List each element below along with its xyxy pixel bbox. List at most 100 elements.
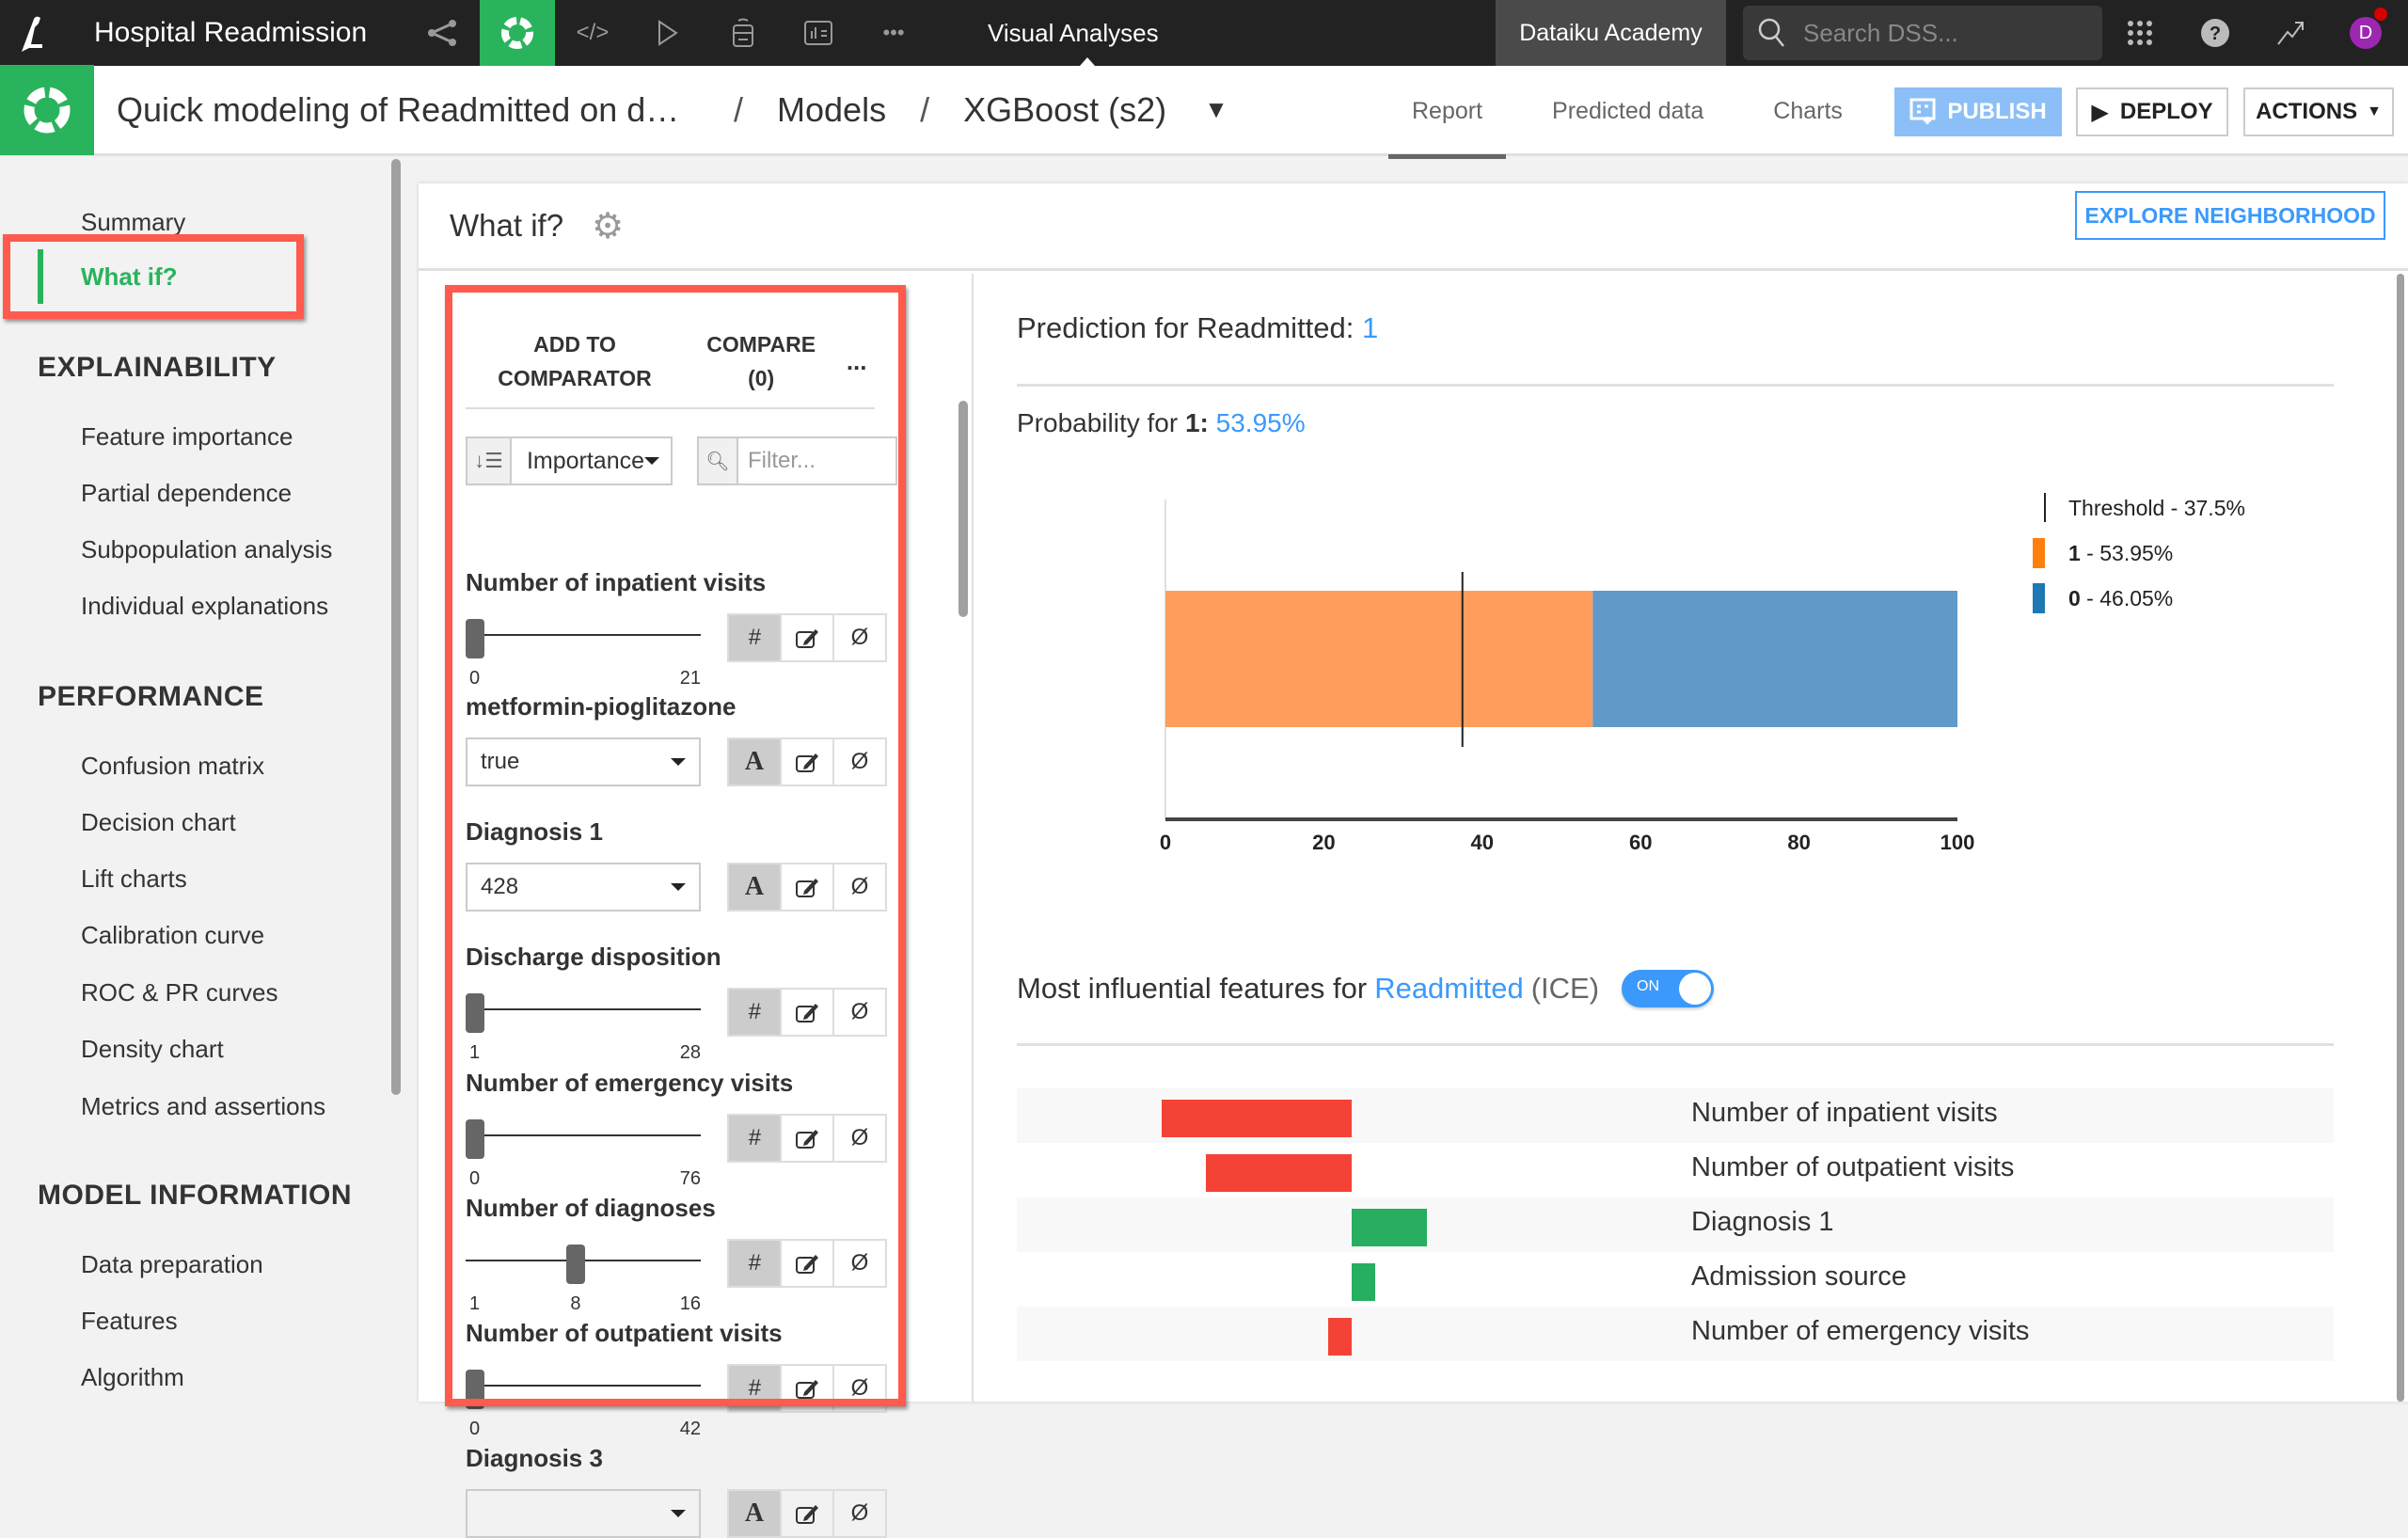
deploy-button[interactable]: ▶ DEPLOY (2076, 87, 2228, 136)
search-input[interactable] (1803, 18, 2067, 48)
add-to-comparator-button[interactable]: ADD TO COMPARATOR (466, 327, 684, 395)
breadcrumb-model[interactable]: XGBoost (s2) (963, 90, 1166, 130)
edit-icon[interactable] (780, 1491, 832, 1536)
numeric-type-icon[interactable]: # (729, 615, 780, 660)
sidebar-item-features[interactable]: Features (81, 1307, 178, 1336)
gear-icon[interactable]: ⚙ (592, 205, 624, 247)
slider-handle[interactable] (566, 1245, 586, 1284)
more-options-button[interactable]: ... (838, 344, 875, 378)
sidebar-item-partial-dependence[interactable]: Partial dependence (81, 479, 292, 508)
actions-button[interactable]: ACTIONS ▼ (2243, 87, 2394, 136)
sidebar-item-summary[interactable]: Summary (81, 208, 185, 237)
feature-select[interactable]: 428 (466, 863, 701, 912)
sidebar-item-confusion-matrix[interactable]: Confusion matrix (81, 752, 264, 781)
dashboard-icon[interactable] (781, 0, 856, 66)
edit-icon[interactable] (780, 1366, 832, 1411)
edit-icon[interactable] (780, 1241, 832, 1286)
feature-select[interactable] (466, 1489, 701, 1538)
filter-input[interactable] (738, 438, 895, 484)
null-value-icon[interactable]: Ø (832, 1366, 885, 1411)
filter-field[interactable]: 🔍︎ (697, 436, 897, 485)
slider-track[interactable] (466, 1008, 701, 1010)
breadcrumb-analysis[interactable]: Quick modeling of Readmitted on d… (117, 90, 700, 130)
categorical-type-icon[interactable]: A (729, 864, 780, 910)
activity-trend-icon[interactable] (2253, 0, 2328, 66)
sidebar-item-decision-chart[interactable]: Decision chart (81, 808, 236, 837)
compare-button[interactable]: COMPARE (0) (684, 327, 838, 395)
sidebar-item-individual-explanations[interactable]: Individual explanations (81, 592, 328, 621)
feature-slider[interactable]: 1 28 (466, 990, 701, 1063)
sort-select[interactable]: ↓☰ Importance (466, 436, 673, 485)
sidebar-item-feature-importance[interactable]: Feature importance (81, 422, 293, 452)
sidebar-item-roc-pr-curves[interactable]: ROC & PR curves (81, 978, 278, 1007)
numeric-type-icon[interactable]: # (729, 1241, 780, 1286)
categorical-type-icon[interactable]: A (729, 739, 780, 785)
more-icon[interactable]: ••• (856, 0, 931, 66)
slider-handle[interactable] (466, 1370, 484, 1409)
ice-target[interactable]: Readmitted (1374, 972, 1524, 1006)
ice-toggle[interactable]: ON (1622, 970, 1715, 1007)
search-bar[interactable] (1743, 6, 2102, 60)
slider-handle[interactable] (466, 993, 484, 1033)
sidebar-item-data-preparation[interactable]: Data preparation (81, 1250, 263, 1279)
numeric-type-icon[interactable]: # (729, 1116, 780, 1161)
tab-report[interactable]: Report (1388, 66, 1507, 159)
sidebar-item-density-chart[interactable]: Density chart (81, 1035, 224, 1064)
user-menu[interactable]: D (2328, 0, 2403, 66)
tab-charts[interactable]: Charts (1750, 66, 1866, 156)
slider-track[interactable] (466, 634, 701, 636)
numeric-type-icon[interactable]: # (729, 990, 780, 1035)
breadcrumb-models[interactable]: Models (777, 90, 886, 130)
ml-icon[interactable] (480, 0, 555, 66)
null-value-icon[interactable]: Ø (832, 990, 885, 1035)
sidebar-item-metrics-assertions[interactable]: Metrics and assertions (81, 1092, 325, 1121)
apps-grid-icon[interactable] (2102, 0, 2178, 66)
edit-icon[interactable] (780, 864, 832, 910)
numeric-type-icon[interactable]: # (729, 1366, 780, 1411)
legend-percent: - 46.05% (2081, 586, 2173, 610)
run-icon[interactable] (630, 0, 705, 66)
flow-icon[interactable] (404, 0, 480, 66)
instance-name[interactable]: Dataiku Academy (1496, 0, 1726, 66)
feature-slider[interactable]: 0 76 (466, 1116, 701, 1189)
sidebar-scrollbar[interactable] (391, 159, 401, 1095)
sidebar-item-algorithm[interactable]: Algorithm (81, 1363, 184, 1392)
datasets-icon[interactable] (705, 0, 781, 66)
project-name[interactable]: Hospital Readmission (94, 17, 404, 49)
null-value-icon[interactable]: Ø (832, 1116, 885, 1161)
edit-icon[interactable] (780, 1116, 832, 1161)
edit-icon[interactable] (780, 615, 832, 660)
slider-track[interactable] (466, 1134, 701, 1136)
explore-neighborhood-button[interactable]: EXPLORE NEIGHBORHOOD (2075, 191, 2385, 240)
edit-icon[interactable] (780, 739, 832, 785)
panel-scrollbar[interactable] (958, 401, 968, 617)
slider-handle[interactable] (466, 1119, 484, 1159)
ice-row: Number of inpatient visits (1017, 1088, 2334, 1143)
null-value-icon[interactable]: Ø (832, 864, 885, 910)
avatar[interactable]: D (2350, 8, 2387, 49)
tab-predicted-data[interactable]: Predicted data (1529, 66, 1727, 156)
sort-descending-icon[interactable]: ↓☰ (467, 438, 512, 484)
null-value-icon[interactable]: Ø (832, 1241, 885, 1286)
slider-track[interactable] (466, 1385, 701, 1387)
null-value-icon[interactable]: Ø (832, 615, 885, 660)
sidebar-item-lift-charts[interactable]: Lift charts (81, 864, 187, 894)
feature-slider[interactable]: 0 21 (466, 615, 701, 689)
section-visual-analyses[interactable]: Visual Analyses (988, 0, 1496, 66)
sidebar-item-subpopulation-analysis[interactable]: Subpopulation analysis (81, 535, 332, 564)
edit-icon[interactable] (780, 990, 832, 1035)
slider-handle[interactable] (466, 619, 484, 658)
categorical-type-icon[interactable]: A (729, 1491, 780, 1536)
help-icon[interactable]: ? (2178, 0, 2253, 66)
null-value-icon[interactable]: Ø (832, 1491, 885, 1536)
model-dropdown-icon[interactable]: ▼ (1204, 95, 1228, 124)
sidebar-item-calibration-curve[interactable]: Calibration curve (81, 921, 264, 950)
feature-select[interactable]: true (466, 737, 701, 786)
dataiku-logo-icon[interactable] (0, 0, 66, 66)
feature-slider[interactable]: 0 42 (466, 1366, 701, 1439)
code-icon[interactable]: </> (555, 0, 630, 66)
feature-slider[interactable]: 1 16 8 (466, 1241, 701, 1314)
publish-button[interactable]: PUBLISH (1894, 87, 2062, 136)
prediction-scrollbar[interactable] (2397, 274, 2404, 1402)
null-value-icon[interactable]: Ø (832, 739, 885, 785)
